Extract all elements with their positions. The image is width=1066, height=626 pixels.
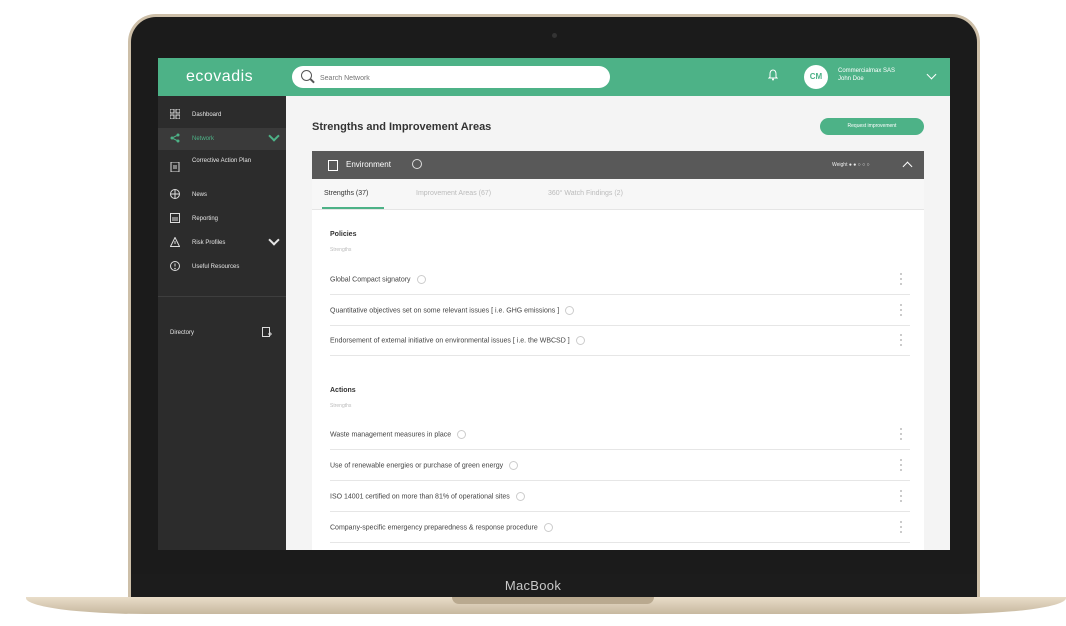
info-icon[interactable] [515,492,525,501]
tab-improvement-areas[interactable]: Improvement Areas (67) [416,190,491,197]
sidebar-item-label: Reporting [192,216,219,222]
sidebar-item-label: Risk Profiles [192,240,226,246]
sidebar-item-label: News [192,192,208,198]
app-screen: ecovadis CM Commercialmax SAS John Doe D… [158,58,950,550]
sidebar-item-reporting[interactable]: Reporting [158,208,286,230]
directory-icon[interactable] [262,327,272,337]
list-item: ISO 14001 certified on more than 81% of … [330,481,910,512]
item-text: Waste management measures in place [330,431,452,439]
more-icon[interactable] [900,459,902,471]
report-icon [170,213,180,223]
list-item: Global Compact signatory [330,264,910,295]
info-icon[interactable] [565,306,575,315]
camera [552,33,557,38]
tab-bar: Strengths (37) Improvement Areas (67) 36… [312,179,924,210]
warning-icon [170,237,180,247]
item-text: Endorsement of external initiative on en… [330,337,570,345]
search-box[interactable] [292,66,610,88]
sidebar-item-label: Network [192,136,215,142]
list-item: Use of renewable energies or purchase of… [330,450,910,481]
findings-card: Strengths (37) Improvement Areas (67) 36… [312,179,924,550]
item-text: Quantitative objectives set on some rele… [330,307,560,315]
ecovadis-logo[interactable]: ecovadis [186,68,253,86]
search-input[interactable] [318,70,602,86]
chevron-up-icon[interactable] [902,161,913,172]
info-icon[interactable] [575,336,585,345]
sidebar-item-label: Useful Resources [192,264,240,270]
active-tab-indicator [322,207,384,209]
globe-icon [170,189,180,199]
sidebar-item-label: Directory [170,330,195,336]
chevron-down-icon[interactable] [268,130,280,142]
info-icon[interactable] [416,275,426,284]
resources-icon [170,261,180,271]
item-text: ISO 14001 certified on more than 81% of … [330,493,510,501]
info-icon[interactable] [412,159,422,169]
section-label: Environment [346,160,391,169]
item-text: Global Compact signatory [330,276,411,284]
sidebar-item-risk-profiles[interactable]: Risk Profiles [158,232,286,254]
sidebar-item-dashboard[interactable]: Dashboard [158,104,286,126]
list-item: Company-specific emergency preparedness … [330,512,910,543]
list-item: Waste management measures in place [330,419,910,450]
item-text: Company-specific emergency preparedness … [330,524,538,532]
group-subtitle: Strengths [330,247,352,253]
sidebar-item-label: Dashboard [192,112,222,118]
group-subtitle: Strengths [330,403,352,409]
user-info[interactable]: Commercialmax SAS John Doe [838,67,895,83]
list-item: Quantitative objectives set on some rele… [330,295,910,326]
sidebar-item-corrective-action-plan[interactable]: Corrective Action Plan [158,154,286,180]
document-icon [170,162,180,172]
info-icon[interactable] [457,430,467,439]
more-icon[interactable] [900,304,902,316]
tab-360-watch-findings[interactable]: 360° Watch Findings (2) [548,190,623,197]
sidebar-divider [158,296,286,297]
page-title: Strengths and Improvement Areas [312,121,492,133]
info-icon[interactable] [509,461,519,470]
list-item: Endorsement of external initiative on en… [330,325,910,356]
info-icon[interactable] [543,523,553,532]
leaf-icon [328,160,338,171]
group-title: Actions [330,387,356,394]
more-icon[interactable] [900,428,902,440]
sidebar-item-news[interactable]: News [158,184,286,206]
sidebar-item-directory[interactable]: Directory [158,322,286,344]
search-icon [301,70,312,81]
environment-section-header[interactable]: Environment Weight ● ● ○ ○ ○ [312,151,924,179]
user-name: Commercialmax SAS [838,68,896,74]
main-content: Strengths and Improvement Areas Request … [286,96,950,550]
item-text: Use of renewable energies or purchase of… [330,462,504,470]
sidebar-item-useful-resources[interactable]: Useful Resources [158,256,286,278]
tab-strengths[interactable]: Strengths (37) [324,190,368,197]
user-subtitle: John Doe [838,76,864,82]
request-improvement-button[interactable]: Request improvement [820,118,924,135]
more-icon[interactable] [900,521,902,533]
more-icon[interactable] [900,334,902,346]
sidebar-item-label: Corrective Action Plan [192,158,252,164]
grid-icon [170,109,180,119]
bell-icon[interactable] [768,69,778,81]
network-icon [170,133,180,143]
group-title: Policies [330,231,357,238]
user-avatar[interactable]: CM [804,65,828,89]
macbook-label: MacBook [504,578,562,593]
more-icon[interactable] [900,490,902,502]
laptop-notch [452,597,654,604]
sidebar: Dashboard Network Corrective Action Plan… [158,96,286,550]
chevron-down-icon[interactable] [268,234,280,246]
sidebar-item-network[interactable]: Network [158,128,286,150]
section-weight: Weight ● ● ○ ○ ○ [832,162,870,168]
top-bar: ecovadis CM Commercialmax SAS John Doe [158,58,950,96]
more-icon[interactable] [900,273,902,285]
chevron-down-icon[interactable] [926,69,937,80]
